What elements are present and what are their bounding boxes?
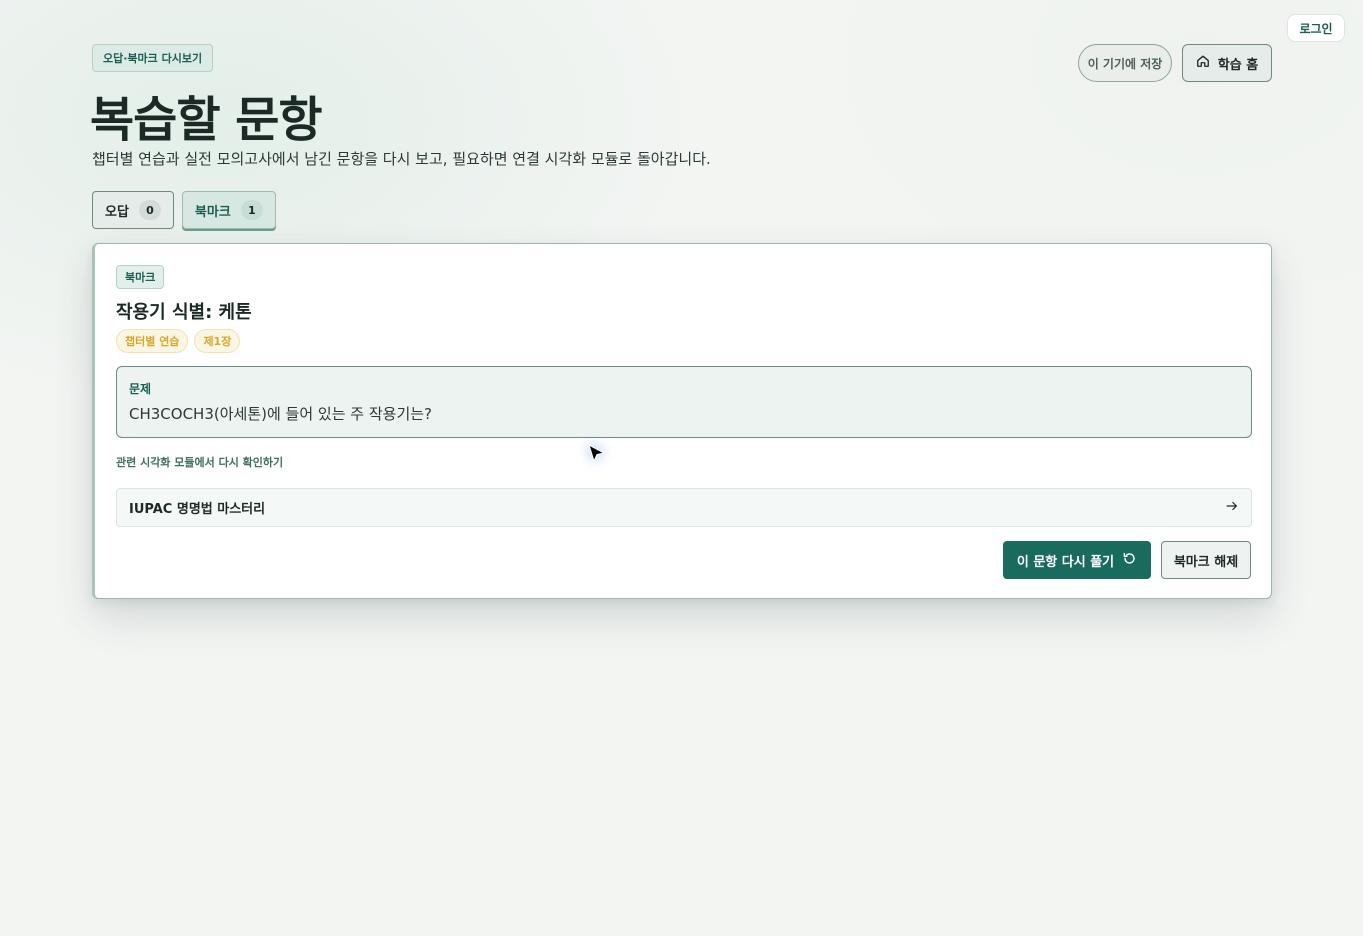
save-to-device-button[interactable]: 이 기기에 저장 bbox=[1078, 44, 1172, 82]
retry-label: 이 문항 다시 풀기 bbox=[1016, 554, 1115, 570]
tag-chapter-number: 제1장 bbox=[194, 329, 241, 353]
tab-label: 북마크 bbox=[194, 204, 231, 220]
study-home-label: 학습 홈 bbox=[1217, 57, 1259, 73]
page-title: 복습할 문항 bbox=[90, 92, 323, 148]
page-subtitle: 챕터별 연습과 실전 모의고사에서 남긴 문항을 다시 보고, 필요하면 연결 … bbox=[92, 150, 711, 168]
review-item-card: 북마크 작용기 식별: 케톤 챕터별 연습 제1장 문제 CH3COCH3(아세… bbox=[92, 243, 1272, 599]
tab-wrong-answers[interactable]: 오답 0 bbox=[92, 191, 174, 229]
bookmark-badge: 북마크 bbox=[116, 265, 165, 289]
login-button[interactable]: 로그인 bbox=[1287, 14, 1345, 42]
question-label: 문제 bbox=[129, 382, 152, 396]
tag-chapter-practice: 챕터별 연습 bbox=[116, 329, 189, 353]
question-box: 문제 CH3COCH3(아세톤)에 들어 있는 주 작용기는? bbox=[116, 366, 1252, 438]
item-title: 작용기 식별: 케톤 bbox=[116, 302, 252, 323]
home-icon bbox=[1196, 54, 1210, 72]
question-text: CH3COCH3(아세톤)에 들어 있는 주 작용기는? bbox=[129, 405, 433, 423]
section-eyebrow: 오답·북마크 다시보기 bbox=[92, 44, 214, 72]
tab-label: 오답 bbox=[105, 204, 129, 220]
module-link-iupac[interactable]: IUPAC 명명법 마스터리 bbox=[116, 488, 1252, 527]
tab-count: 0 bbox=[138, 200, 161, 220]
item-tags: 챕터별 연습 제1장 bbox=[116, 329, 241, 353]
arrow-right-icon bbox=[1225, 498, 1239, 517]
review-tabs: 오답 0 북마크 1 bbox=[92, 191, 276, 229]
module-name: IUPAC 명명법 마스터리 bbox=[129, 502, 266, 517]
refresh-icon bbox=[1122, 551, 1137, 570]
top-actions: 이 기기에 저장 학습 홈 bbox=[1078, 44, 1272, 82]
tab-bookmarks[interactable]: 북마크 1 bbox=[181, 191, 276, 229]
remove-bookmark-button[interactable]: 북마크 해제 bbox=[1161, 541, 1251, 579]
related-module-label: 관련 시각화 모듈에서 다시 확인하기 bbox=[116, 456, 284, 469]
card-actions: 이 문항 다시 풀기 북마크 해제 bbox=[1003, 541, 1251, 579]
retry-question-button[interactable]: 이 문항 다시 풀기 bbox=[1003, 541, 1151, 579]
cursor-icon bbox=[587, 443, 607, 464]
tab-count: 1 bbox=[240, 200, 263, 220]
study-home-button[interactable]: 학습 홈 bbox=[1182, 44, 1272, 82]
